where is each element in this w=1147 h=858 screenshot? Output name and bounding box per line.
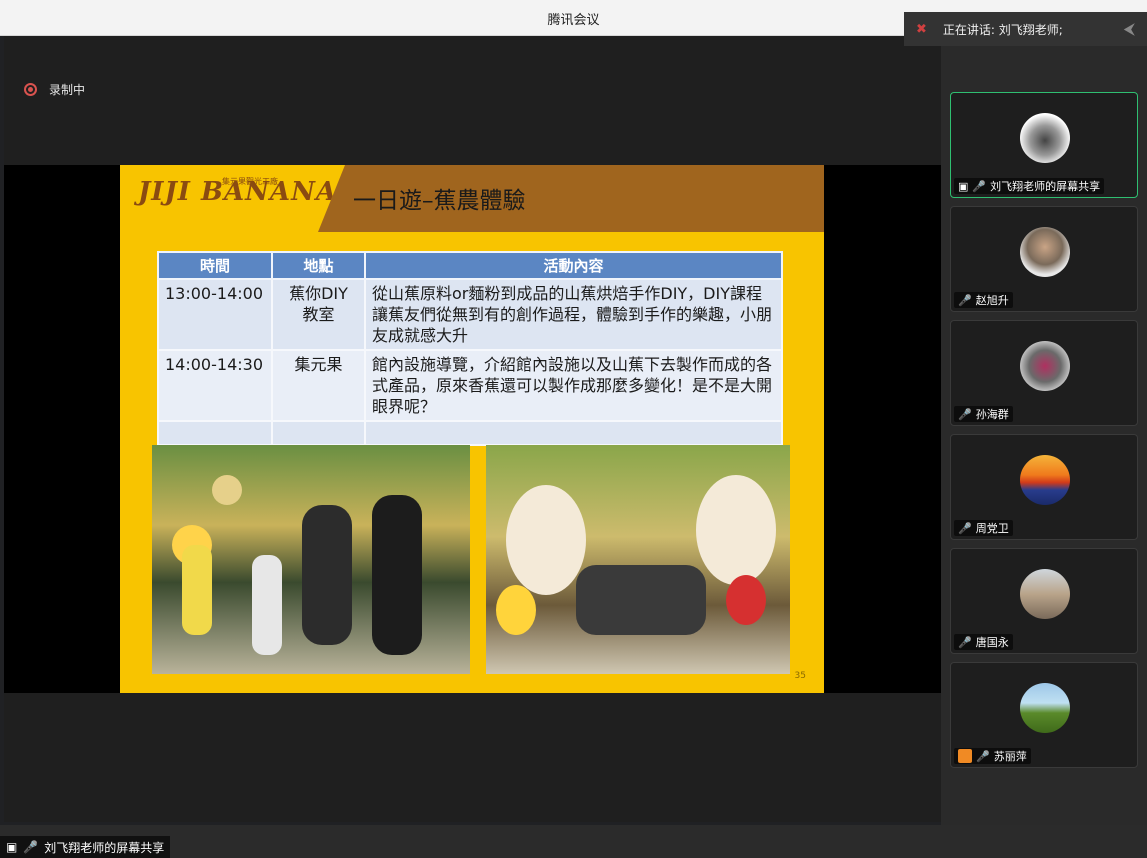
photo-factory-tour: [152, 445, 470, 674]
table-header-row: 時間 地點 活動內容: [157, 251, 783, 280]
photo-group-mascots: [486, 445, 790, 674]
avatar: [1020, 341, 1070, 391]
stage-letterbox-left: [4, 165, 120, 693]
muted-mic-icon: 🎤: [958, 407, 972, 421]
bottom-share-label[interactable]: ▣ 🎤 刘飞翔老师的屏幕共享: [0, 836, 171, 858]
screen-share-icon: ▣: [958, 179, 969, 193]
participant-label: 🎤 周党卫: [954, 520, 1013, 536]
header-time: 時間: [157, 251, 273, 280]
row-place: 蕉你DIY 教室: [271, 278, 366, 351]
slide-title: 一日遊–蕉農體驗: [353, 188, 526, 214]
participant-label: 🎤 赵旭升: [954, 292, 1013, 308]
row-place: 集元果: [271, 349, 366, 422]
mic-icon: 🎤: [23, 840, 39, 854]
avatar: [1020, 455, 1070, 505]
table-row: 14:00-14:30 集元果 館內設施導覽，介紹館內設施以及山蕉下去製作而成的…: [157, 349, 783, 422]
participant-name: 赵旭升: [975, 294, 1009, 307]
mic-icon: 🎤: [972, 179, 987, 193]
header-place: 地點: [271, 251, 366, 280]
participant-tile[interactable]: 🎤 唐国永: [950, 548, 1138, 654]
avatar: [1020, 569, 1070, 619]
shared-slide: JIJI BANANA 集元果觀光工廠 一日遊–蕉農體驗 時間 地點 活動內容 …: [120, 165, 824, 693]
row-activity: 從山蕉原料or麵粉到成品的山蕉烘焙手作DIY，DIY課程讓蕉友們從無到有的創作過…: [364, 278, 783, 351]
participant-tile[interactable]: 🎤 孙海群: [950, 320, 1138, 426]
participant-name: 刘飞翔老师的屏幕共享: [990, 180, 1101, 193]
muted-mic-icon: 🎤: [958, 521, 972, 535]
screen-share-icon: ▣: [6, 840, 18, 854]
avatar: [1020, 113, 1070, 163]
participant-tile[interactable]: 🎤 苏丽萍: [950, 662, 1138, 768]
speaker-bar: ✖ 正在讲话: 刘飞翔老师; ⮜: [904, 12, 1147, 46]
user-icon: [958, 749, 972, 763]
row-activity: 館內設施導覽，介紹館內設施以及山蕉下去製作而成的各式產品，原來香蕉還可以製作成那…: [364, 349, 783, 422]
muted-mic-icon: 🎤: [958, 293, 972, 307]
participant-tile[interactable]: 🎤 赵旭升: [950, 206, 1138, 312]
main-stage: 录制中 JIJI BANANA 集元果觀光工廠 一日遊–蕉農體驗 時間 地點 活…: [0, 36, 941, 858]
logo-plate: JIJI BANANA 集元果觀光工廠: [120, 165, 345, 232]
participant-name: 周党卫: [975, 522, 1009, 535]
participant-name: 唐国永: [975, 636, 1009, 649]
collapse-icon[interactable]: ⮜: [1124, 19, 1135, 39]
participant-tile[interactable]: 🎤 周党卫: [950, 434, 1138, 540]
participant-name: 苏丽萍: [993, 750, 1027, 763]
speaker-label: 正在讲话: 刘飞翔老师;: [942, 22, 1063, 37]
slide-page-number: 35: [794, 671, 806, 681]
logo-subtitle: 集元果觀光工廠: [222, 177, 278, 186]
record-icon: [24, 83, 37, 96]
recording-label: 录制中: [49, 83, 86, 97]
participant-label: 🎤 孙海群: [954, 406, 1013, 422]
stage-letterbox-right: [824, 165, 941, 693]
row-time: 13:00-14:00: [157, 278, 273, 351]
meeting-window: 腾讯会议 录制中 JIJI BANANA 集元果觀光工廠 一日遊–蕉農體驗 時間…: [0, 0, 1147, 858]
table-row: 13:00-14:00 蕉你DIY 教室 從山蕉原料or麵粉到成品的山蕉烘焙手作…: [157, 278, 783, 351]
participant-label: ▣ 🎤 刘飞翔老师的屏幕共享: [954, 178, 1105, 194]
muted-mic-icon: ✖: [916, 21, 927, 37]
muted-mic-icon: 🎤: [958, 635, 972, 649]
participant-label: 🎤 唐国永: [954, 634, 1013, 650]
muted-mic-icon: 🎤: [976, 749, 990, 763]
avatar: [1020, 227, 1070, 277]
header-activity: 活動內容: [364, 251, 783, 280]
share-owner-label: 刘飞翔老师的屏幕共享: [44, 840, 165, 855]
avatar: [1020, 683, 1070, 733]
row-time: 14:00-14:30: [157, 349, 273, 422]
schedule-table: 時間 地點 活動內容 13:00-14:00 蕉你DIY 教室 從山蕉原料or麵…: [157, 251, 783, 446]
recording-indicator[interactable]: 录制中: [24, 81, 85, 98]
participant-tile[interactable]: ▣ 🎤 刘飞翔老师的屏幕共享: [950, 92, 1138, 198]
participant-name: 孙海群: [975, 408, 1009, 421]
participant-label: 🎤 苏丽萍: [954, 748, 1031, 764]
table-row-empty: [157, 420, 783, 446]
